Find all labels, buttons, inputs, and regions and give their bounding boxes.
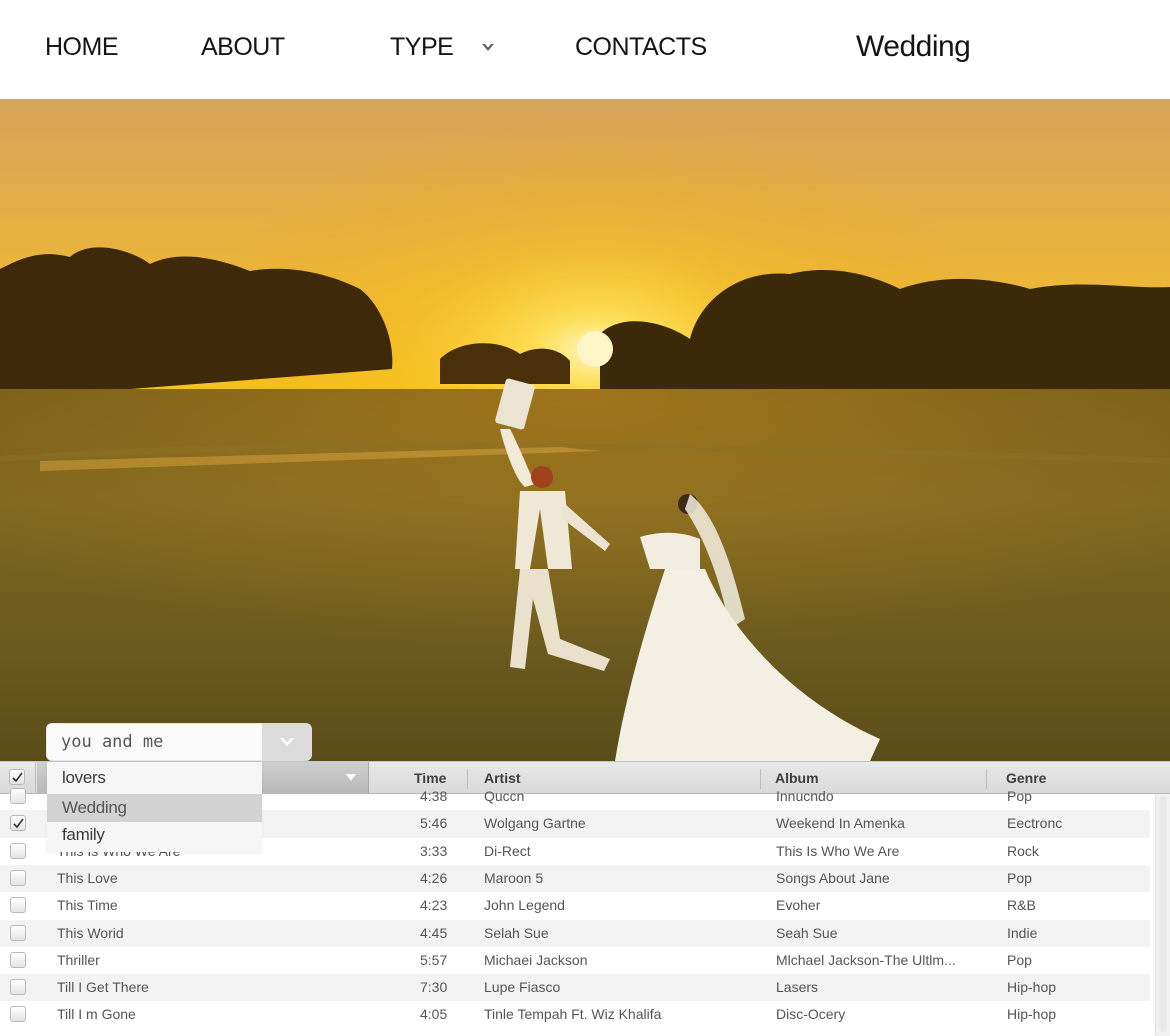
dropdown-option-family[interactable]: family [47,821,262,849]
row-name-cell: Thriller [57,951,100,968]
row-genre-cell: R&B [1007,897,1036,914]
hero-illustration [0,99,1170,761]
row-artist-cell: Wolgang Gartne [484,815,586,832]
row-time-cell: 4:45 [420,924,448,941]
row-album-cell: Weekend In Amenka [776,815,905,832]
scrollbar-thumb[interactable] [1159,796,1167,1032]
sort-down-icon [346,774,356,781]
nav-home-link[interactable]: HOME [45,33,119,62]
row-name-cell: This Love [57,869,118,886]
row-artist-cell: Tinle Tempah Ft. Wiz Khalifa [484,1006,662,1023]
row-time-cell: 7:30 [420,979,448,996]
row-album-cell: Songs About Jane [776,869,890,886]
row-time-cell: 4:05 [420,1006,448,1023]
row-time-cell: 5:57 [420,951,448,968]
row-name-cell: This Time [57,897,118,914]
row-checkbox[interactable] [10,1006,26,1023]
checkmark-icon [13,818,24,829]
row-album-cell: Evoher [776,897,821,914]
row-time-cell: 5:46 [420,815,448,832]
row-artist-cell: Quccn [484,788,525,804]
row-artist-cell: Maroon 5 [484,869,544,886]
row-album-cell: Innucndo [776,788,834,804]
row-genre-cell: Hip-hop [1007,1006,1057,1023]
row-time-cell: 4:26 [420,869,448,886]
playlist-dropdown-button[interactable] [262,723,312,761]
row-genre-cell: Hip-hop [1007,979,1057,996]
row-name-cell: This Worid [57,924,124,941]
nav-type-link[interactable]: TYPE [390,33,454,62]
row-album-cell: This Is Who We Are [776,842,900,859]
page-title: Wedding [856,30,971,63]
chevron-down-icon [280,738,294,746]
row-genre-cell: Pop [1007,951,1032,968]
hero-image-wedding-sunset [0,99,1170,761]
row-name-cell: Till I m Gone [57,1006,136,1023]
row-checkbox[interactable] [10,897,26,914]
row-artist-cell: John Legend [484,897,565,914]
row-artist-cell: Selah Sue [484,924,549,941]
row-artist-cell: Michaei Jackson [484,951,588,968]
table-row[interactable]: This Love 4:26 Maroon 5 Songs About Jane Pop [0,864,1150,893]
nav-about-link[interactable]: ABOUT [201,33,285,62]
row-album-cell: Seah Sue [776,924,838,941]
playlist-combobox-input[interactable]: you and me [46,723,262,761]
row-album-cell: Mlchael Jackson-The Ultlm... [776,951,956,968]
row-artist-cell: Lupe Fiasco [484,979,561,996]
row-checkbox[interactable] [10,788,26,804]
row-checkbox[interactable] [10,924,26,941]
row-artist-cell: Di-Rect [484,842,531,859]
dropdown-option-lovers[interactable]: lovers [47,764,262,792]
row-time-cell: 3:33 [420,842,448,859]
row-genre-cell: Rock [1007,842,1039,859]
nav-contacts-link[interactable]: CONTACTS [575,33,707,62]
table-row[interactable]: This Time 4:23 John Legend Evoher R&B [0,892,1150,919]
row-album-cell: Disc-Ocery [776,1006,846,1023]
row-genre-cell: Pop [1007,788,1032,804]
row-album-cell: Lasers [776,979,819,996]
playlist-dropdown-menu: lovers Wedding family [47,762,262,852]
row-genre-cell: Eectronc [1007,815,1063,832]
table-row[interactable]: This Worid 4:45 Selah Sue Seah Sue Indie [0,919,1150,947]
table-row[interactable]: Till I m Gone 4:05 Tinle Tempah Ft. Wiz Kh… [0,1001,1150,1028]
playlist-combobox[interactable]: you and me [46,723,312,761]
table-row[interactable]: Till I Get There 7:30 Lupe Fiasco Lasers Hip… [0,974,1150,1002]
row-checkbox[interactable] [10,979,26,996]
row-checkbox[interactable] [10,815,26,832]
row-time-cell: 4:38 [420,788,448,804]
table-row[interactable]: Thriller 5:57 Michaei Jackson Mlchael Jacks… [0,947,1150,974]
table-scrollbar[interactable] [1155,794,1170,1036]
row-genre-cell: Indie [1007,924,1038,941]
row-time-cell: 4:23 [420,897,448,914]
dropdown-option-wedding[interactable]: Wedding [47,794,262,822]
row-checkbox[interactable] [10,842,26,859]
row-checkbox[interactable] [10,869,26,886]
row-name-cell: Till I Get There [57,979,149,996]
row-genre-cell: Pop [1007,869,1032,886]
row-checkbox[interactable] [10,951,26,968]
top-navigation: HOME ABOUT TYPE CONTACTS Wedding [0,0,1170,99]
chevron-down-icon[interactable] [480,40,496,56]
